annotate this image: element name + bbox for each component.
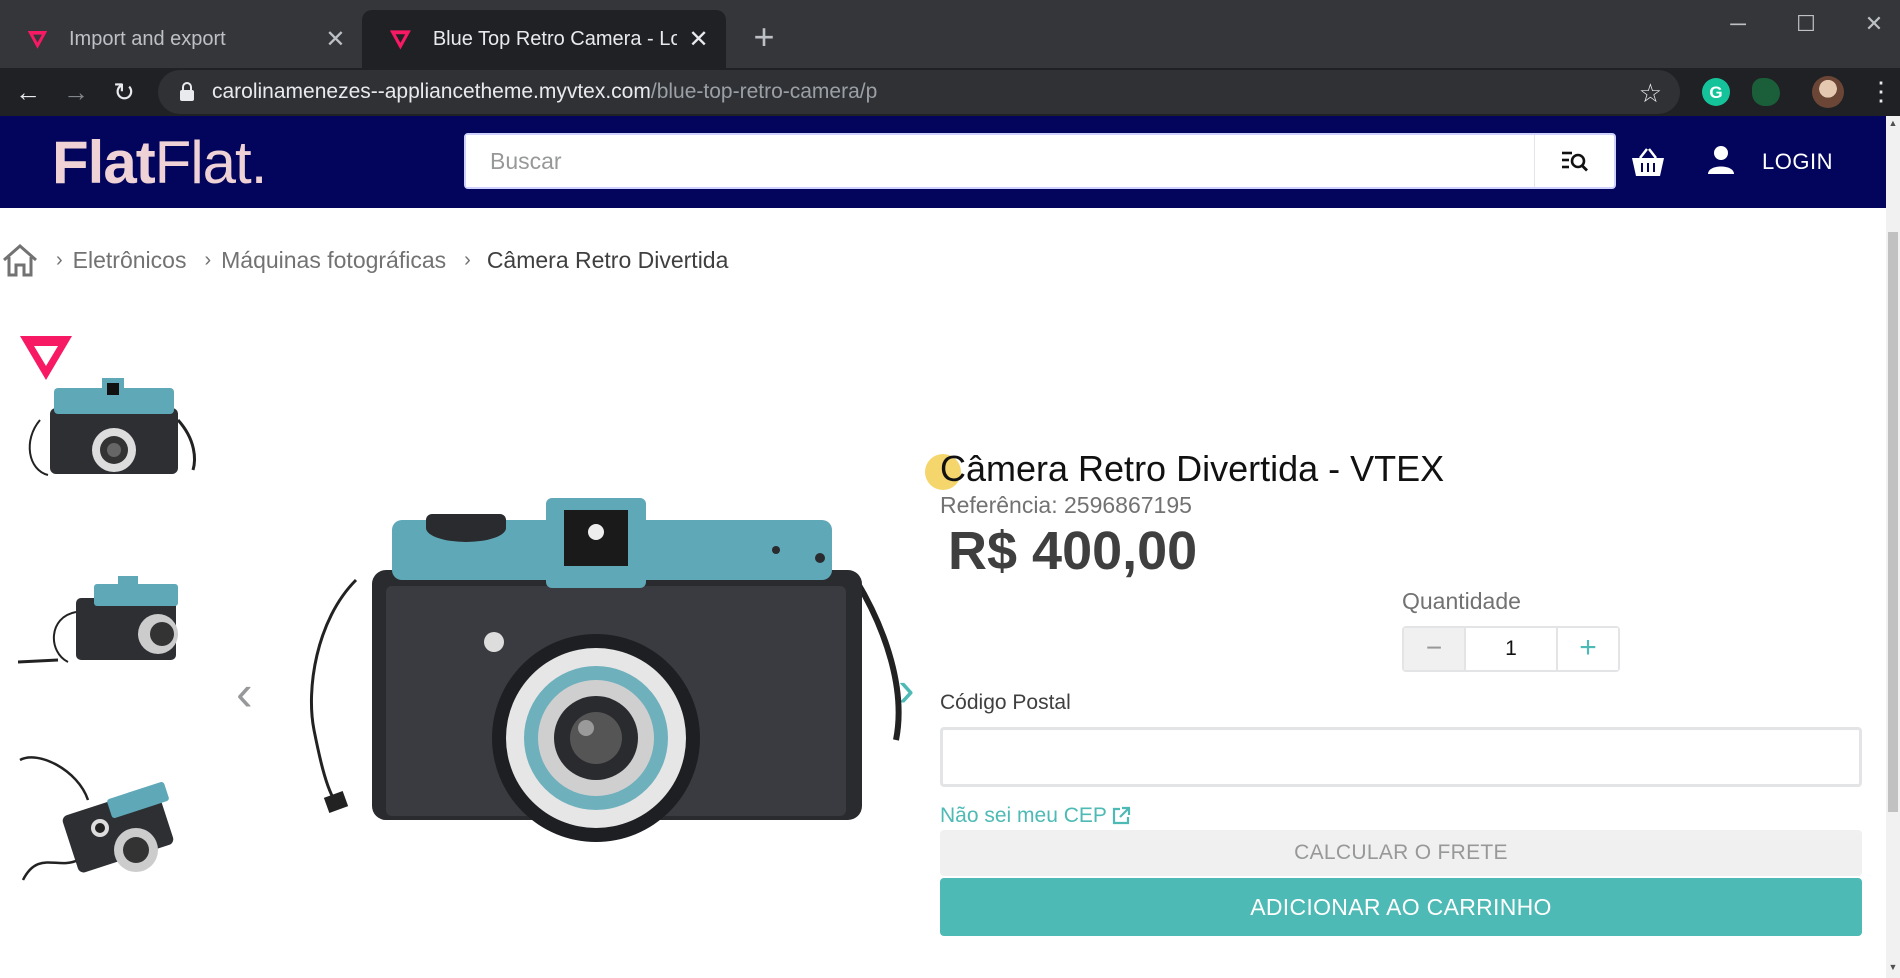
vtex-favicon-icon (27, 31, 48, 49)
product-price: R$ 400,00 (948, 521, 1198, 581)
product-thumbnail-1[interactable] (18, 360, 198, 510)
quantity-value[interactable]: 1 (1466, 628, 1556, 670)
minimize-window-icon[interactable]: ─ (1710, 4, 1766, 44)
tab-title: Import and export (68, 27, 226, 50)
login-link[interactable]: LOGIN (1762, 149, 1833, 175)
chevron-right-icon: › (464, 248, 471, 271)
home-icon[interactable] (0, 242, 40, 278)
forward-arrow-icon[interactable]: → (58, 74, 94, 110)
url-host: carolinamenezes--appliancetheme.myvtex.c… (212, 80, 651, 103)
scroll-down-arrow-icon[interactable]: ▼ (1887, 962, 1899, 972)
breadcrumb-item-maquinas-fotograficas[interactable]: Máquinas fotográficas (221, 247, 446, 274)
add-to-cart-button[interactable]: ADICIONAR AO CARRINHO (940, 878, 1862, 936)
vtex-badge-icon (20, 336, 72, 380)
calculate-shipping-button[interactable]: CALCULAR O FRETE (940, 830, 1862, 876)
product-thumbnail-2[interactable] (18, 562, 198, 712)
vtex-favicon-icon (389, 30, 411, 50)
close-window-icon[interactable]: ✕ (1846, 4, 1900, 44)
postal-code-input[interactable] (940, 727, 1862, 787)
scroll-up-arrow-icon[interactable]: ▲ (1887, 118, 1899, 128)
store-logo[interactable]: FlatFlat. (52, 128, 268, 197)
user-icon[interactable] (1706, 144, 1736, 176)
svg-text:G: G (1709, 83, 1722, 102)
breadcrumb-current: Câmera Retro Divertida (486, 246, 729, 273)
bookmark-star-icon[interactable]: ☆ (1639, 78, 1662, 109)
search-list-icon (1561, 151, 1588, 172)
previous-image-arrow-icon[interactable]: ‹ (236, 668, 253, 718)
product-reference: Referência: 2596867195 (940, 492, 1192, 518)
tab-blue-top-retro-camera[interactable]: Blue Top Retro Camera - Loja de ✕ (362, 10, 726, 68)
chevron-right-icon: › (56, 248, 63, 271)
product-main-image (309, 498, 902, 842)
tab-import-export[interactable]: Import and export ✕ (0, 10, 362, 68)
logo-bold-text: Flat (52, 129, 156, 196)
new-tab-button[interactable]: + (744, 16, 784, 58)
scrollbar-thumb[interactable] (1888, 232, 1898, 812)
grammarly-extension-icon[interactable]: G (1702, 78, 1730, 106)
browser-tab-strip: Import and export ✕ Blue Top Retro Camer… (0, 0, 1900, 68)
browser-menu-icon[interactable]: ⋮ (1868, 76, 1894, 106)
address-bar[interactable]: carolinamenezes--appliancetheme.myvtex.c… (158, 70, 1680, 114)
product-thumbnail-3[interactable] (18, 750, 198, 900)
decrease-quantity-button[interactable]: − (1404, 628, 1466, 670)
cep-lookup-link[interactable]: Não sei meu CEP (940, 804, 1131, 828)
tab-title: Blue Top Retro Camera - Loja de (432, 27, 678, 50)
breadcrumb: › Eletrônicos › Máquinas fotográficas › … (0, 242, 728, 278)
logo-light-text: Flat. (154, 129, 268, 196)
lock-icon (180, 82, 194, 101)
profile-avatar[interactable] (1812, 76, 1844, 108)
reload-icon[interactable]: ↻ (106, 74, 142, 110)
quantity-stepper: − 1 + (1402, 626, 1620, 672)
postal-code-label: Código Postal (940, 691, 1071, 714)
search-input[interactable] (466, 135, 1536, 187)
store-header: FlatFlat. LOGIN (0, 116, 1886, 208)
evernote-extension-icon[interactable] (1752, 78, 1780, 106)
close-tab-icon[interactable]: ✕ (325, 25, 346, 54)
shopping-basket-icon[interactable] (1630, 146, 1666, 178)
url-path: /blue-top-retro-camera/p (650, 80, 878, 103)
browser-toolbar: ← → ↻ carolinamenezes--appliancetheme.my… (0, 68, 1900, 116)
url-text: carolinamenezes--appliancetheme.myvtex.c… (212, 80, 877, 104)
close-tab-icon[interactable]: ✕ (687, 25, 710, 54)
chevron-right-icon: › (204, 248, 212, 271)
maximize-window-icon[interactable]: ☐ (1778, 4, 1834, 44)
search-bar (464, 133, 1616, 189)
search-button[interactable] (1534, 135, 1614, 187)
increase-quantity-button[interactable]: + (1556, 628, 1618, 670)
back-arrow-icon[interactable]: ← (10, 74, 46, 110)
external-link-icon (1112, 806, 1131, 825)
breadcrumb-item-eletronicos[interactable]: Eletrônicos (73, 247, 187, 274)
quantity-label: Quantidade (1402, 588, 1521, 614)
cep-link-text: Não sei meu CEP (940, 804, 1107, 827)
product-name: Câmera Retro Divertida - VTEX (940, 448, 1445, 489)
